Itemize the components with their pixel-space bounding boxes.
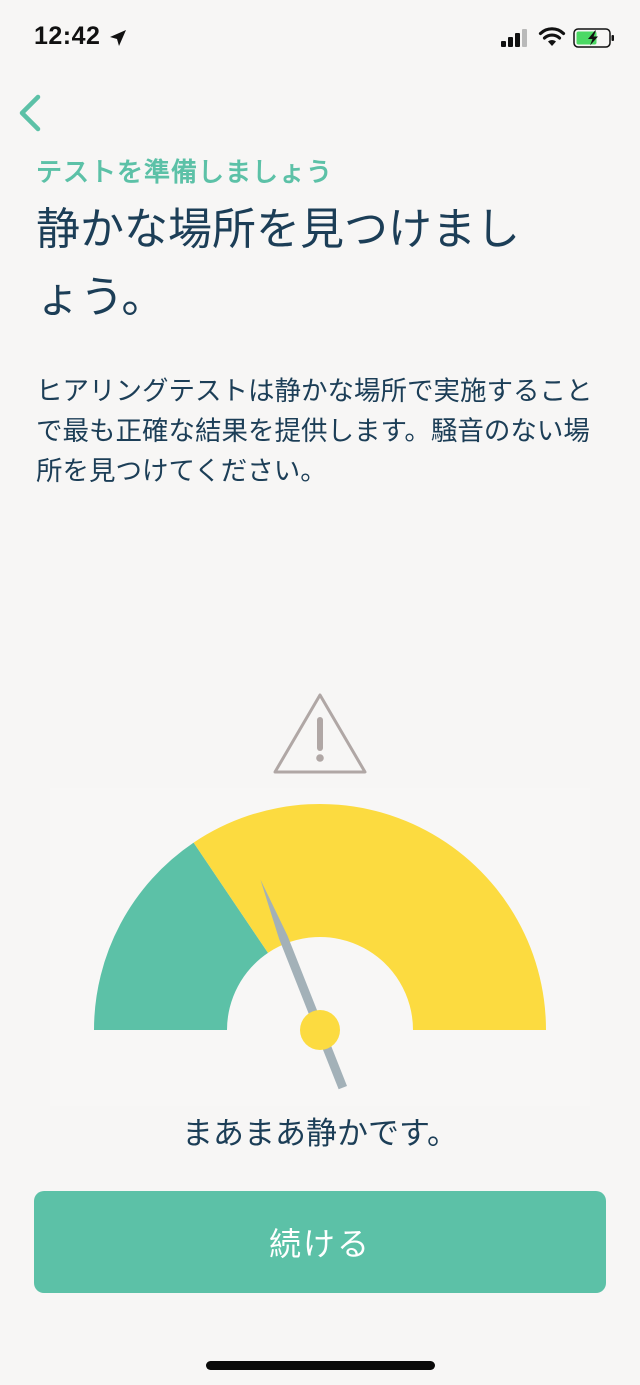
location-arrow-icon xyxy=(110,30,126,46)
continue-button-label: 続ける xyxy=(268,1225,371,1263)
page-title: 静かな場所を見つけましょう。 xyxy=(36,204,520,323)
chevron-left-icon xyxy=(19,94,41,132)
instructions-text: ヒアリングテストは静かな場所で実施することで最も正確な結果を提供します。騒音のな… xyxy=(36,376,593,487)
noise-meter xyxy=(50,788,590,1106)
gauge-hub xyxy=(300,1010,340,1050)
gauge-moderate-zone xyxy=(193,804,546,1030)
warning-triangle-icon xyxy=(273,693,367,774)
signal-icon xyxy=(501,29,527,47)
status-time: 12:42 xyxy=(34,22,101,50)
battery-charging-icon xyxy=(573,28,614,48)
status-bar: 12:42 xyxy=(0,0,640,80)
home-indicator xyxy=(206,1361,435,1370)
noise-gauge xyxy=(94,804,546,1090)
noise-status-label: まあまあ静かです。 xyxy=(182,1116,458,1152)
wifi-icon xyxy=(538,27,566,46)
continue-button[interactable]: 続ける xyxy=(34,1191,606,1293)
back-button[interactable] xyxy=(6,88,52,138)
step-subtitle: テストを準備しましょう xyxy=(36,158,334,188)
